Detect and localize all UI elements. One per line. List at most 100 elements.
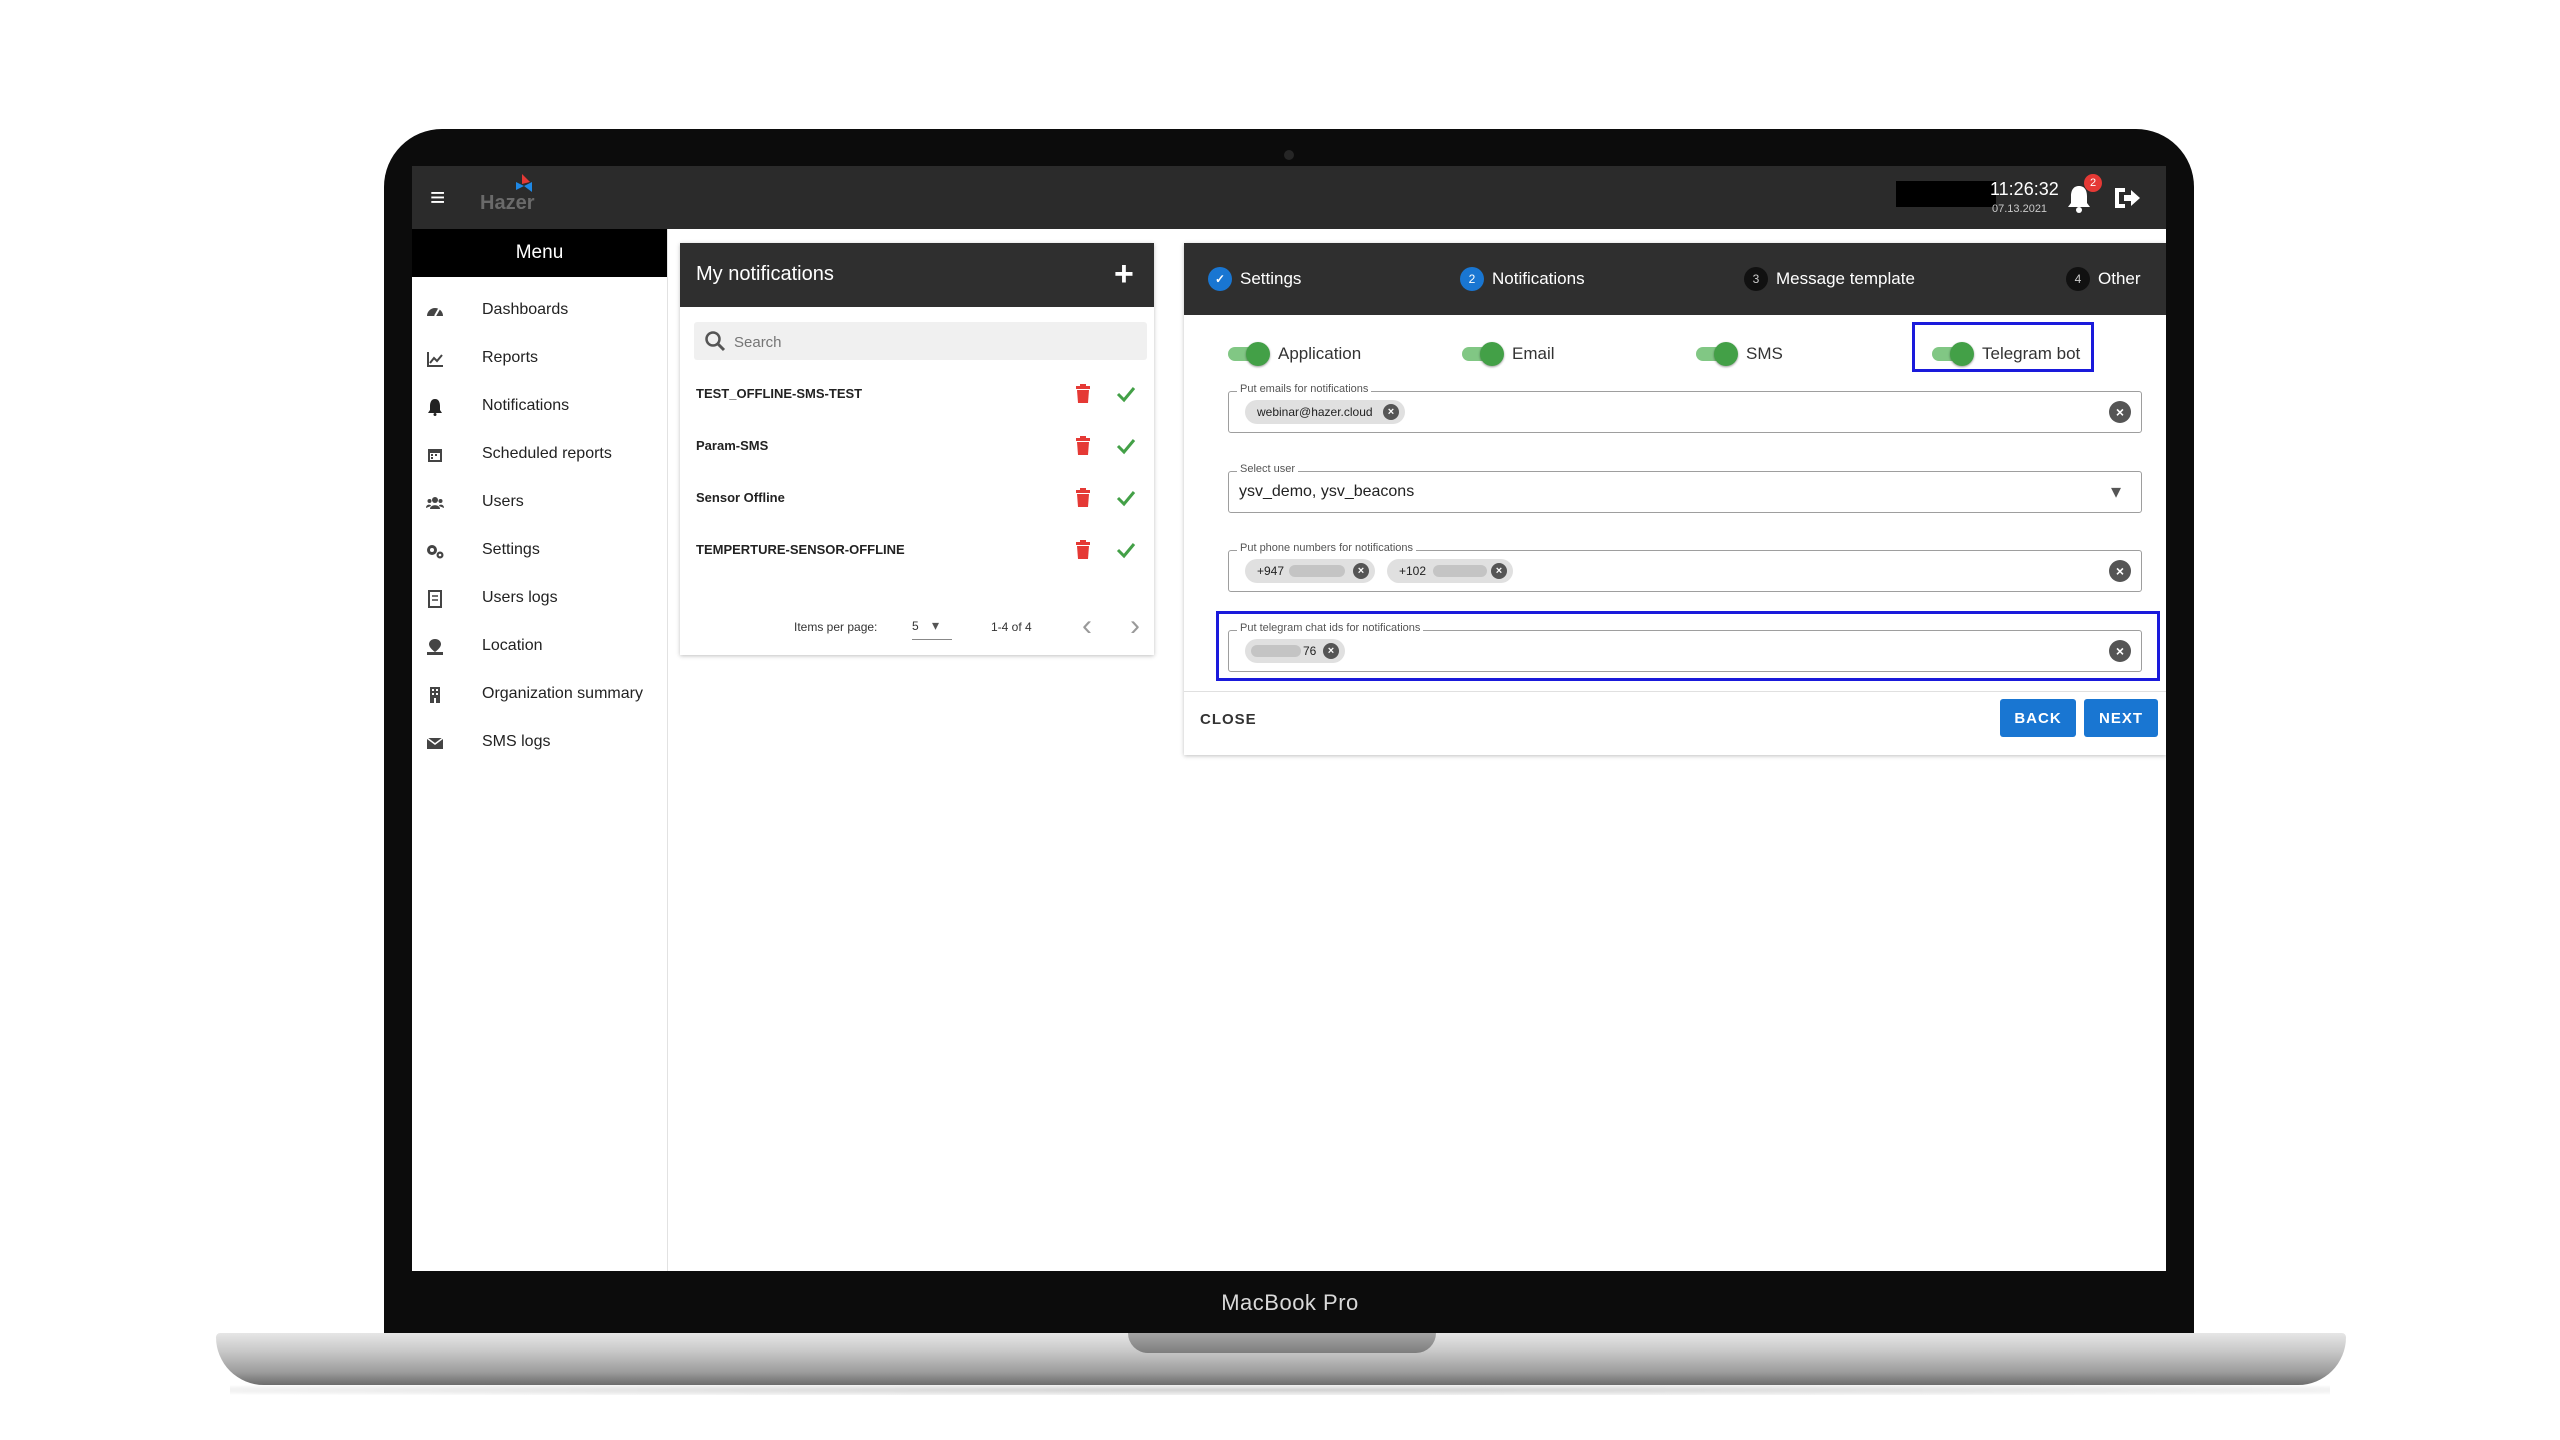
sidebar: Menu Dashboards Reports Notifications Sc…	[412, 229, 668, 1271]
toggle-knob	[1714, 342, 1738, 366]
search-box[interactable]	[694, 322, 1147, 360]
device-label: MacBook Pro	[1221, 1290, 1359, 1315]
line-chart-icon	[427, 352, 443, 367]
sidebar-item-settings[interactable]: Settings	[412, 527, 667, 575]
app-screen: ≡ Hazer 11:26:32 07.13.2021 2 Menu Dashb…	[412, 166, 2166, 1271]
sidebar-item-scheduled-reports[interactable]: Scheduled reports	[412, 431, 667, 479]
search-icon	[705, 331, 726, 352]
user-name-redacted	[1896, 181, 1996, 207]
sidebar-item-location[interactable]: Location	[412, 623, 667, 671]
bell-icon	[428, 399, 442, 416]
camera-dot	[1284, 150, 1294, 160]
notifications-list-title: My notifications	[696, 263, 834, 285]
phone-chip-text: +102	[1399, 564, 1427, 578]
email-field[interactable]: Put emails for notifications webinar@haz…	[1228, 383, 2142, 433]
sidebar-item-sms-logs[interactable]: SMS logs	[412, 719, 667, 767]
toggle-label: SMS	[1746, 344, 1783, 363]
building-icon	[430, 687, 440, 703]
toggle-knob	[1480, 342, 1504, 366]
notification-name: Sensor Offline	[696, 490, 785, 505]
sidebar-item-organization-summary[interactable]: Organization summary	[412, 671, 667, 719]
caret-down-icon: ▾	[2111, 481, 2122, 503]
user-select[interactable]: Select user ysv_demo, ysv_beacons ▾	[1228, 463, 2142, 513]
sidebar-item-label: Users	[482, 493, 524, 510]
sidebar-item-label: Organization summary	[482, 685, 643, 702]
map-pin-icon	[427, 639, 443, 655]
search-input[interactable]	[732, 331, 1136, 353]
toggle-label: Application	[1278, 344, 1362, 363]
close-button[interactable]: CLOSE	[1200, 711, 1257, 728]
chip-remove-icon[interactable]: ×	[1491, 563, 1507, 579]
check-icon[interactable]	[1116, 436, 1136, 456]
chip-remove-icon[interactable]: ×	[1353, 563, 1369, 579]
notifications-list-header: My notifications +	[680, 243, 1154, 307]
clear-icon[interactable]: ×	[2109, 560, 2131, 582]
laptop-shadow	[230, 1385, 2330, 1395]
hamburger-icon[interactable]: ≡	[430, 184, 452, 210]
notifications-list-card: My notifications + TEST_OFFLINE-SMS-TEST…	[680, 243, 1154, 655]
stepper-header: ✓ Settings 2 Notifications 3 Message tem…	[1184, 243, 2166, 315]
user-select-value: ysv_demo, ysv_beacons	[1239, 483, 1415, 500]
sidebar-item-label: Location	[482, 637, 543, 654]
trash-icon[interactable]	[1075, 384, 1091, 404]
step-number: 3	[1744, 267, 1768, 291]
notification-name: TEST_OFFLINE-SMS-TEST	[696, 386, 863, 401]
clear-icon[interactable]: ×	[2109, 401, 2131, 423]
phone-chip-text: +947	[1257, 564, 1285, 578]
sidebar-item-label: Reports	[482, 349, 539, 366]
list-item[interactable]: Param-SMS	[680, 421, 1154, 473]
phone-field-legend: Put phone numbers for notifications	[1237, 542, 1417, 554]
email-chip: webinar@hazer.cloud ×	[1245, 400, 1405, 424]
toggle-knob	[1246, 342, 1270, 366]
email-chip-text: webinar@hazer.cloud	[1257, 405, 1373, 419]
sidebar-item-label: Notifications	[482, 397, 570, 414]
redacted-text	[1433, 565, 1487, 577]
list-item[interactable]: TEST_OFFLINE-SMS-TEST	[680, 369, 1154, 421]
check-icon[interactable]	[1116, 384, 1136, 404]
calendar-icon	[428, 449, 442, 462]
phone-field[interactable]: Put phone numbers for notifications +947…	[1228, 542, 2142, 592]
chevron-right-icon[interactable]: ›	[1130, 611, 1140, 641]
sidebar-item-dashboards[interactable]: Dashboards	[412, 287, 667, 335]
list-item[interactable]: TEMPERTURE-SENSOR-OFFLINE	[680, 525, 1154, 577]
clock-time: 11:26:32	[1990, 179, 2059, 199]
notification-name: Param-SMS	[696, 438, 769, 453]
items-per-page-label: Items per page:	[794, 620, 878, 634]
logo-text: Hazer	[480, 192, 535, 214]
users-icon	[426, 497, 444, 509]
phone-chip: +947 ×	[1245, 559, 1375, 583]
trash-icon[interactable]	[1075, 436, 1091, 456]
step-label: Notifications	[1492, 269, 1585, 288]
check-icon[interactable]	[1116, 540, 1136, 560]
sidebar-item-label: Dashboards	[482, 301, 569, 318]
sidebar-item-reports[interactable]: Reports	[412, 335, 667, 383]
step-label: Other	[2098, 269, 2141, 288]
telegram-field-highlight	[1216, 611, 2160, 681]
next-button[interactable]: NEXT	[2084, 699, 2158, 737]
sidebar-item-users-logs[interactable]: Users logs	[412, 575, 667, 623]
gears-icon	[427, 545, 444, 559]
clock-date: 07.13.2021	[1992, 203, 2048, 215]
menu-title: Menu	[412, 229, 667, 277]
user-select-legend: Select user	[1237, 463, 1299, 475]
chip-remove-icon[interactable]: ×	[1383, 404, 1399, 420]
envelope-icon	[426, 737, 444, 749]
sidebar-item-label: SMS logs	[482, 733, 551, 750]
list-item[interactable]: Sensor Offline	[680, 473, 1154, 525]
check-icon[interactable]	[1116, 488, 1136, 508]
logout-icon[interactable]	[2112, 184, 2142, 212]
check-icon: ✓	[1208, 267, 1232, 291]
laptop-notch	[1128, 1333, 1436, 1353]
redacted-text	[1289, 565, 1345, 577]
trash-icon[interactable]	[1075, 540, 1091, 560]
sidebar-item-users[interactable]: Users	[412, 479, 667, 527]
sidebar-item-label: Users logs	[482, 589, 558, 606]
trash-icon[interactable]	[1075, 488, 1091, 508]
plus-icon[interactable]: +	[1114, 257, 1134, 291]
items-per-page-select[interactable]: 5 ▾	[912, 617, 952, 640]
back-button[interactable]: BACK	[2000, 699, 2076, 737]
sidebar-item-label: Scheduled reports	[482, 445, 612, 462]
chevron-left-icon[interactable]: ‹	[1082, 611, 1092, 641]
caret-down-icon: ▾	[932, 617, 940, 633]
sidebar-item-notifications[interactable]: Notifications	[412, 383, 667, 431]
